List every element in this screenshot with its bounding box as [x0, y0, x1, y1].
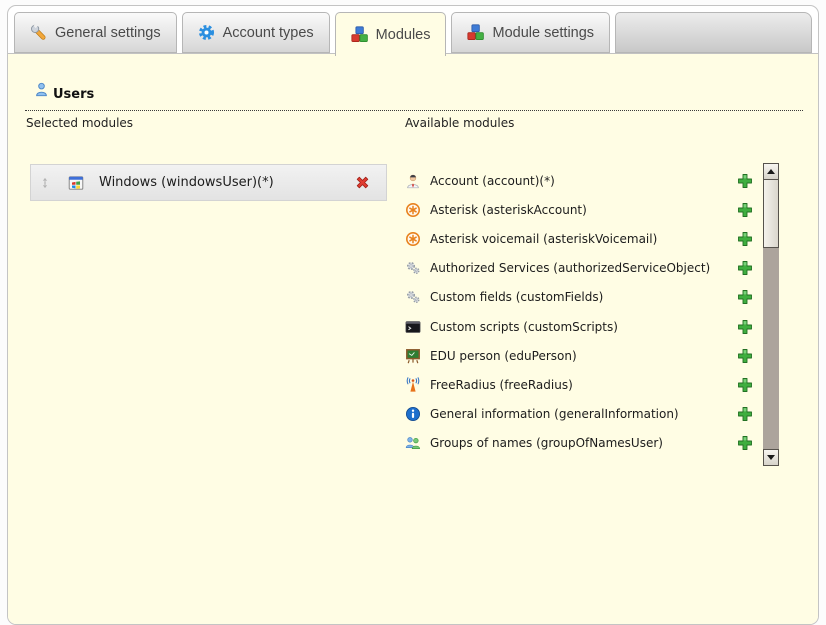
tab-modules[interactable]: Modules — [335, 12, 447, 56]
account-icon — [405, 173, 421, 189]
section-title: Users — [53, 87, 94, 102]
gear-icon — [198, 24, 215, 41]
tab-bar-filler — [615, 12, 812, 53]
module-label: General information (generalInformation) — [430, 407, 679, 421]
add-module-button[interactable] — [737, 260, 753, 276]
remove-module-button[interactable] — [354, 174, 371, 191]
arrow-up-icon — [767, 169, 775, 174]
tab-label: Module settings — [492, 25, 594, 41]
add-module-button[interactable] — [737, 231, 753, 247]
scroll-up-button[interactable] — [763, 163, 779, 180]
tab-general-settings[interactable]: General settings — [14, 12, 177, 53]
module-row-edu-person: EDU person (eduPerson) — [405, 341, 753, 370]
info-icon — [405, 406, 421, 422]
selected-module-label: Windows (windowsUser)(*) — [99, 175, 274, 190]
module-row-custom-scripts: Custom scripts (customScripts) — [405, 312, 753, 341]
add-module-button[interactable] — [737, 289, 753, 305]
module-row-freeradius: FreeRadius (freeRadius) — [405, 370, 753, 399]
users-section-header: Users — [25, 83, 803, 111]
add-module-button[interactable] — [737, 435, 753, 451]
tab-module-settings[interactable]: Module settings — [451, 12, 610, 53]
module-row-account: Account (account)(*) — [405, 166, 753, 195]
groups-of-names-icon — [405, 435, 421, 451]
windows-icon — [68, 175, 84, 191]
scrollbar-thumb[interactable] — [763, 179, 779, 248]
asterisk-voicemail-icon — [405, 231, 421, 247]
module-row-custom-fields: Custom fields (customFields) — [405, 283, 753, 312]
scroll-down-button[interactable] — [763, 449, 779, 466]
module-label: FreeRadius (freeRadius) — [430, 378, 573, 392]
module-label: Groups of names (groupOfNamesUser) — [430, 436, 663, 450]
custom-scripts-icon — [405, 319, 421, 335]
add-module-button[interactable] — [737, 348, 753, 364]
settings-window: General settings Account types Modul — [7, 5, 819, 625]
modules-panel: Users Selected modules Available modules — [8, 53, 818, 624]
module-label: Custom fields (customFields) — [430, 290, 603, 304]
module-settings-icon — [467, 24, 484, 41]
freeradius-icon — [405, 377, 421, 393]
drag-handle-icon[interactable] — [39, 176, 51, 190]
module-label: EDU person (eduPerson) — [430, 349, 577, 363]
module-row-groups-of-names: Groups of names (groupOfNamesUser) — [405, 429, 753, 458]
add-module-button[interactable] — [737, 202, 753, 218]
tab-label: General settings — [55, 25, 161, 41]
module-label: Asterisk voicemail (asteriskVoicemail) — [430, 232, 657, 246]
add-module-button[interactable] — [737, 406, 753, 422]
selected-modules-heading: Selected modules — [26, 116, 133, 130]
selected-module-row[interactable]: Windows (windowsUser)(*) — [30, 164, 387, 201]
available-modules-list: Account (account)(*) Asterisk (asteriskA… — [405, 166, 753, 458]
add-module-button[interactable] — [737, 319, 753, 335]
tab-bar: General settings Account types Modul — [8, 6, 818, 53]
module-row-authorized-services: Authorized Services (authorizedServiceOb… — [405, 254, 753, 283]
module-label: Authorized Services (authorizedServiceOb… — [430, 261, 710, 275]
module-row-asterisk-voicemail: Asterisk voicemail (asteriskVoicemail) — [405, 224, 753, 253]
custom-fields-icon — [405, 289, 421, 305]
edu-person-icon — [405, 348, 421, 364]
asterisk-icon — [405, 202, 421, 218]
module-label: Custom scripts (customScripts) — [430, 320, 618, 334]
add-module-button[interactable] — [737, 173, 753, 189]
module-label: Account (account)(*) — [430, 174, 555, 188]
tab-label: Account types — [223, 25, 314, 41]
module-row-general-information: General information (generalInformation) — [405, 400, 753, 429]
arrow-down-icon — [767, 455, 775, 460]
available-modules-heading: Available modules — [405, 116, 514, 130]
authorized-services-icon — [405, 260, 421, 276]
user-icon — [34, 82, 49, 97]
add-module-button[interactable] — [737, 377, 753, 393]
module-label: Asterisk (asteriskAccount) — [430, 203, 587, 217]
tab-account-types[interactable]: Account types — [182, 12, 330, 53]
modules-icon — [351, 26, 368, 43]
available-modules-scrollbar — [763, 163, 779, 466]
wrench-icon — [30, 24, 47, 41]
module-row-asterisk: Asterisk (asteriskAccount) — [405, 195, 753, 224]
tab-label: Modules — [376, 27, 431, 43]
